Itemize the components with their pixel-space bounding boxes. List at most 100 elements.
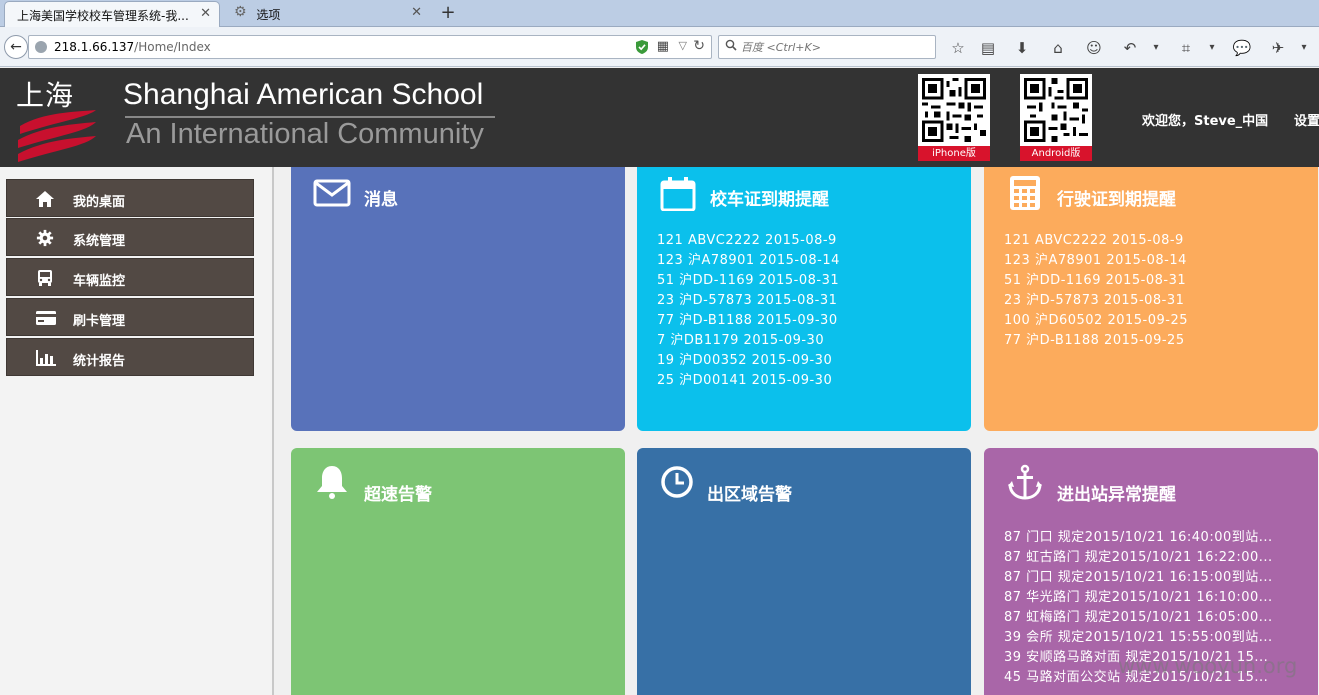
card-title: 出区域告警 (707, 485, 792, 505)
home-icon[interactable]: ⌂ (1048, 38, 1068, 58)
card-bus-cert-expiry[interactable]: 校车证到期提醒 121 ABVC2222 2015-08-9 123 沪A789… (637, 167, 971, 431)
url-path: /Home/Index (134, 40, 211, 54)
close-icon[interactable]: ✕ (411, 5, 422, 20)
qr-code-image (918, 74, 990, 146)
list-item: 19 沪D00352 2015-09-30 (657, 353, 833, 368)
globe-icon (35, 41, 47, 53)
sidebar-item-system[interactable]: 系统管理 (6, 218, 254, 256)
chevron-down-icon[interactable]: ▾ (1202, 38, 1222, 58)
sidebar-item-label: 统计报告 (73, 354, 126, 369)
list-item: 100 沪D60502 2015-09-25 (1004, 313, 1188, 328)
sidebar-item-label: 我的桌面 (73, 195, 126, 210)
watermark: www.wooyun.org (1118, 654, 1298, 678)
card-driving-permit-expiry[interactable]: 行驶证到期提醒 121 ABVC2222 2015-08-9 123 沪A789… (984, 167, 1318, 431)
download-icon[interactable]: ⬇ (1012, 38, 1032, 58)
card-messages[interactable]: 消息 (291, 167, 625, 431)
card-title: 校车证到期提醒 (710, 190, 829, 210)
url-host: 218.1.66.137 (54, 40, 135, 54)
qr-iphone-label: iPhone版 (918, 146, 990, 161)
browser-tab-options[interactable]: ⚙ 选项 ✕ (222, 1, 430, 27)
sidebar-item-card-management[interactable]: 刷卡管理 (6, 298, 254, 336)
sidebar-item-vehicle-monitor[interactable]: 车辆监控 (6, 258, 254, 296)
gear-icon: ⚙ (234, 4, 247, 20)
card-title: 消息 (364, 190, 398, 210)
list-item: 87 华光路门 规定2015/10/21 16:10:00... (1004, 590, 1273, 605)
new-tab-button[interactable]: + (436, 2, 460, 24)
site-header: 上海 Shanghai American School An Internati… (0, 68, 1319, 167)
list-item: 87 门口 规定2015/10/21 16:15:00到站... (1004, 570, 1273, 585)
reload-icon[interactable]: ↻ (693, 38, 705, 54)
gear-icon (35, 229, 55, 247)
chevron-down-icon[interactable]: ▾ (1294, 38, 1314, 58)
crop-icon[interactable]: ⌗ (1176, 38, 1196, 58)
qr-android[interactable]: Android版 (1020, 74, 1092, 161)
list-item: 123 沪A78901 2015-08-14 (657, 253, 840, 268)
qr-android-label: Android版 (1020, 146, 1092, 161)
list-item: 121 ABVC2222 2015-08-9 (1004, 233, 1184, 248)
sidebar-item-label: 刷卡管理 (73, 314, 126, 329)
list-item: 87 门口 规定2015/10/21 16:40:00到站... (1004, 530, 1273, 545)
list-item: 51 沪DD-1169 2015-08-31 (1004, 273, 1187, 288)
shield-icon[interactable] (635, 39, 649, 55)
url-text[interactable]: 218.1.66.137/Home/Index (54, 40, 211, 54)
list-item: 77 沪D-B1188 2015-09-25 (1004, 333, 1185, 348)
bar-chart-icon (35, 349, 56, 367)
calendar-icon (659, 175, 697, 212)
tab-title: 选项 (256, 8, 281, 22)
url-bar[interactable]: 218.1.66.137/Home/Index ▦ ▽ ↻ (28, 35, 712, 59)
extension-icon[interactable]: ✈ (1268, 38, 1288, 58)
envelope-icon (313, 175, 351, 211)
search-icon (725, 39, 737, 54)
search-input[interactable] (741, 38, 931, 56)
undo-icon[interactable]: ↶ (1120, 38, 1140, 58)
list-item: 23 沪D-57873 2015-08-31 (657, 293, 838, 308)
browser-nav-bar: ← 218.1.66.137/Home/Index ▦ ▽ ↻ ☆ ▤ ⬇ ⌂ … (0, 27, 1319, 67)
list-item: 121 ABVC2222 2015-08-9 (657, 233, 837, 248)
sidebar: 我的桌面 系统管理 车辆监控 刷卡管理 统计报告 (0, 167, 274, 695)
qr-iphone[interactable]: iPhone版 (918, 74, 990, 161)
list-item: 77 沪D-B1188 2015-09-30 (657, 313, 838, 328)
sidebar-item-desktop[interactable]: 我的桌面 (6, 179, 254, 217)
anchor-icon (1006, 464, 1044, 500)
list-item: 123 沪A78901 2015-08-14 (1004, 253, 1187, 268)
tab-title: 上海美国学校校车管理系统-我... (17, 9, 189, 23)
home-icon (35, 190, 55, 208)
bus-icon (35, 269, 55, 287)
list-item: 87 虹梅路门 规定2015/10/21 16:05:00... (1004, 610, 1273, 625)
chat-icon[interactable]: ☺ (1084, 38, 1104, 58)
list-item: 25 沪D00141 2015-09-30 (657, 373, 833, 388)
sidebar-item-label: 系统管理 (73, 234, 126, 249)
bell-icon (313, 464, 351, 500)
qr-code-icon[interactable]: ▦ (657, 39, 669, 54)
card-title: 进出站异常提醒 (1057, 485, 1176, 505)
card-title: 行驶证到期提醒 (1057, 190, 1176, 210)
school-tagline: An International Community (126, 118, 484, 150)
welcome-text: 欢迎您，Steve_中国 (1142, 114, 1269, 129)
clock-icon (659, 464, 697, 500)
bus-cert-list: 121 ABVC2222 2015-08-9 123 沪A78901 2015-… (657, 231, 963, 391)
reading-list-icon[interactable]: ▤ (978, 38, 998, 58)
calculator-icon (1006, 175, 1044, 211)
card-out-of-zone-alert[interactable]: 出区域告警 (637, 448, 971, 695)
speech-bubble-icon[interactable]: 💬 (1232, 38, 1252, 58)
back-button[interactable]: ← (4, 35, 28, 59)
settings-link[interactable]: 设置 (1294, 110, 1319, 129)
dropdown-icon[interactable]: ▽ (679, 39, 687, 52)
card-speeding-alert[interactable]: 超速告警 (291, 448, 625, 695)
list-item: 87 虹古路门 规定2015/10/21 16:22:00... (1004, 550, 1273, 565)
list-item: 23 沪D-57873 2015-08-31 (1004, 293, 1185, 308)
card-title: 超速告警 (364, 485, 432, 505)
browser-tab-bar: 上海美国学校校车管理系统-我... ✕ ⚙ 选项 ✕ + (0, 0, 1319, 27)
close-icon[interactable]: ✕ (200, 6, 211, 21)
chevron-down-icon[interactable]: ▾ (1146, 38, 1166, 58)
school-name: Shanghai American School (123, 78, 484, 111)
list-item: 51 沪DD-1169 2015-08-31 (657, 273, 840, 288)
star-icon[interactable]: ☆ (948, 38, 968, 58)
sidebar-item-label: 车辆监控 (73, 274, 126, 289)
browser-tab-active[interactable]: 上海美国学校校车管理系统-我... ✕ (4, 1, 220, 27)
driver-cert-list: 121 ABVC2222 2015-08-9 123 沪A78901 2015-… (1004, 231, 1310, 351)
list-item: 7 沪DB1179 2015-09-30 (657, 333, 825, 348)
search-bar[interactable] (718, 35, 936, 59)
sidebar-item-statistics[interactable]: 统计报告 (6, 338, 254, 376)
card-icon (35, 309, 56, 327)
